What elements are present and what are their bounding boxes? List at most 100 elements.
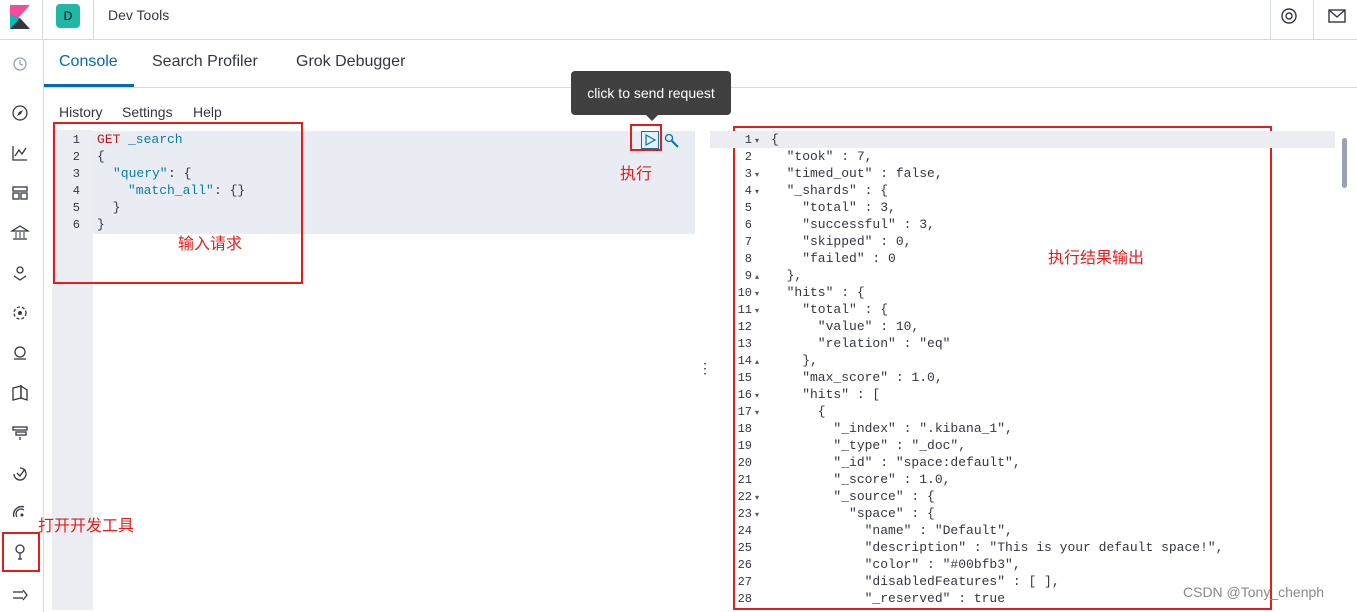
line-number: 26	[737, 558, 752, 572]
fold-toggle-icon[interactable]: ▾	[755, 493, 759, 502]
response-code-line: "timed_out" : false,	[771, 166, 943, 181]
response-code-line: "successful" : 3,	[771, 217, 935, 232]
line-number: 1	[744, 133, 752, 147]
response-code-line: },	[771, 268, 803, 283]
apm-icon[interactable]	[10, 423, 30, 443]
response-code-line: "_type" : "_doc",	[771, 438, 967, 453]
fold-toggle-icon[interactable]: ▾	[755, 391, 759, 400]
response-code-line: },	[771, 353, 818, 368]
line-number: 13	[737, 337, 752, 351]
response-code-line: "space" : {	[771, 506, 935, 521]
response-code-line: "color" : "#00bfb3",	[771, 557, 1021, 572]
line-number: 8	[744, 252, 752, 266]
page-title: Dev Tools	[108, 7, 170, 23]
line-number: 28	[737, 592, 752, 606]
response-code-line: "_shards" : {	[771, 183, 889, 198]
help-lifebuoy-icon[interactable]	[1279, 6, 1299, 26]
line-number: 21	[737, 473, 752, 487]
fold-toggle-icon[interactable]: ▴	[755, 357, 759, 366]
tab-search-profiler[interactable]: Search Profiler	[152, 53, 258, 71]
line-number: 7	[744, 235, 752, 249]
fold-toggle-icon[interactable]: ▾	[755, 170, 759, 179]
line-number: 10	[737, 286, 752, 300]
header-divider	[1313, 0, 1314, 40]
line-number: 25	[737, 541, 752, 555]
response-code-line: {	[771, 404, 826, 419]
kibana-logo-icon[interactable]	[10, 5, 30, 29]
monitoring-signal-icon[interactable]	[10, 503, 30, 523]
collapse-nav-arrow-icon[interactable]	[10, 585, 30, 605]
response-code-line: "disabledFeatures" : [ ],	[771, 574, 1060, 589]
maps-icon[interactable]	[10, 263, 30, 283]
tab-grok-debugger[interactable]: Grok Debugger	[296, 53, 405, 71]
machine-learning-icon[interactable]	[10, 303, 30, 323]
help-menu[interactable]: Help	[193, 104, 222, 120]
response-code-line: "skipped" : 0,	[771, 234, 912, 249]
fold-toggle-icon[interactable]: ▾	[755, 408, 759, 417]
response-code-line: "total" : {	[771, 302, 889, 317]
canvas-icon[interactable]	[10, 223, 30, 243]
dashboard-icon[interactable]	[10, 183, 30, 203]
top-header: D Dev Tools	[0, 0, 1357, 40]
response-code-line: "_score" : 1.0,	[771, 472, 951, 487]
history-menu[interactable]: History	[59, 104, 103, 120]
line-number: 3	[744, 167, 752, 181]
line-number: 14	[737, 354, 752, 368]
watermark: CSDN @Tony_chenph	[1183, 584, 1325, 600]
pane-resize-handle[interactable]: ⋮	[698, 360, 712, 377]
active-tab-indicator	[44, 84, 134, 87]
response-code-line: "hits" : [	[771, 387, 881, 402]
response-code-line: "failed" : 0	[771, 251, 896, 266]
line-number: 22	[737, 490, 752, 504]
discover-compass-icon[interactable]	[10, 103, 30, 123]
response-code-line: "total" : 3,	[771, 200, 896, 215]
line-number: 18	[737, 422, 752, 436]
logs-icon[interactable]	[10, 383, 30, 403]
send-request-tooltip: click to send request	[571, 71, 731, 115]
response-code-line: {	[771, 132, 779, 147]
tab-console[interactable]: Console	[59, 53, 118, 71]
fold-toggle-icon[interactable]: ▾	[755, 136, 759, 145]
open-dev-tools-label: 打开开发工具	[38, 518, 135, 535]
line-number: 19	[737, 439, 752, 453]
line-number: 2	[744, 150, 752, 164]
uptime-icon[interactable]	[10, 463, 30, 483]
line-number: 27	[737, 575, 752, 589]
fold-toggle-icon[interactable]: ▾	[755, 289, 759, 298]
input-request-label: 输入请求	[178, 236, 243, 253]
execute-annotation-box	[630, 124, 662, 151]
line-number: 12	[737, 320, 752, 334]
recently-viewed-clock-icon[interactable]	[10, 54, 30, 74]
space-avatar[interactable]: D	[56, 4, 80, 28]
response-scrollbar[interactable]	[1342, 138, 1347, 188]
response-code-line: "took" : 7,	[771, 149, 873, 164]
response-code-line: "description" : "This is your default sp…	[771, 540, 1224, 555]
mail-icon[interactable]	[1327, 6, 1347, 26]
settings-menu[interactable]: Settings	[122, 104, 173, 120]
response-code-line: "name" : "Default",	[771, 523, 1013, 538]
result-output-label: 执行结果输出	[1048, 250, 1145, 267]
fold-toggle-icon[interactable]: ▾	[755, 306, 759, 315]
line-number: 4	[744, 184, 752, 198]
dev-tools-annotation-box	[2, 532, 40, 572]
response-code-line: "_index" : ".kibana_1",	[771, 421, 1013, 436]
response-code-line: "hits" : {	[771, 285, 865, 300]
visualize-chart-icon[interactable]	[10, 143, 30, 163]
response-code-line: "relation" : "eq"	[771, 336, 951, 351]
line-number: 16	[737, 388, 752, 402]
fold-toggle-icon[interactable]: ▾	[755, 510, 759, 519]
tooltip-arrow	[645, 114, 659, 121]
line-number: 5	[744, 201, 752, 215]
line-number: 23	[737, 507, 752, 521]
response-code-line: "value" : 10,	[771, 319, 920, 334]
line-number: 15	[737, 371, 752, 385]
wrench-settings-icon[interactable]	[663, 132, 681, 150]
metrics-icon[interactable]	[10, 343, 30, 363]
response-code-line: "max_score" : 1.0,	[771, 370, 943, 385]
fold-toggle-icon[interactable]: ▾	[755, 187, 759, 196]
line-number: 11	[737, 303, 752, 317]
header-divider	[1270, 0, 1271, 40]
fold-toggle-icon[interactable]: ▴	[755, 272, 759, 281]
line-number: 24	[737, 524, 752, 538]
line-number: 9	[744, 269, 752, 283]
